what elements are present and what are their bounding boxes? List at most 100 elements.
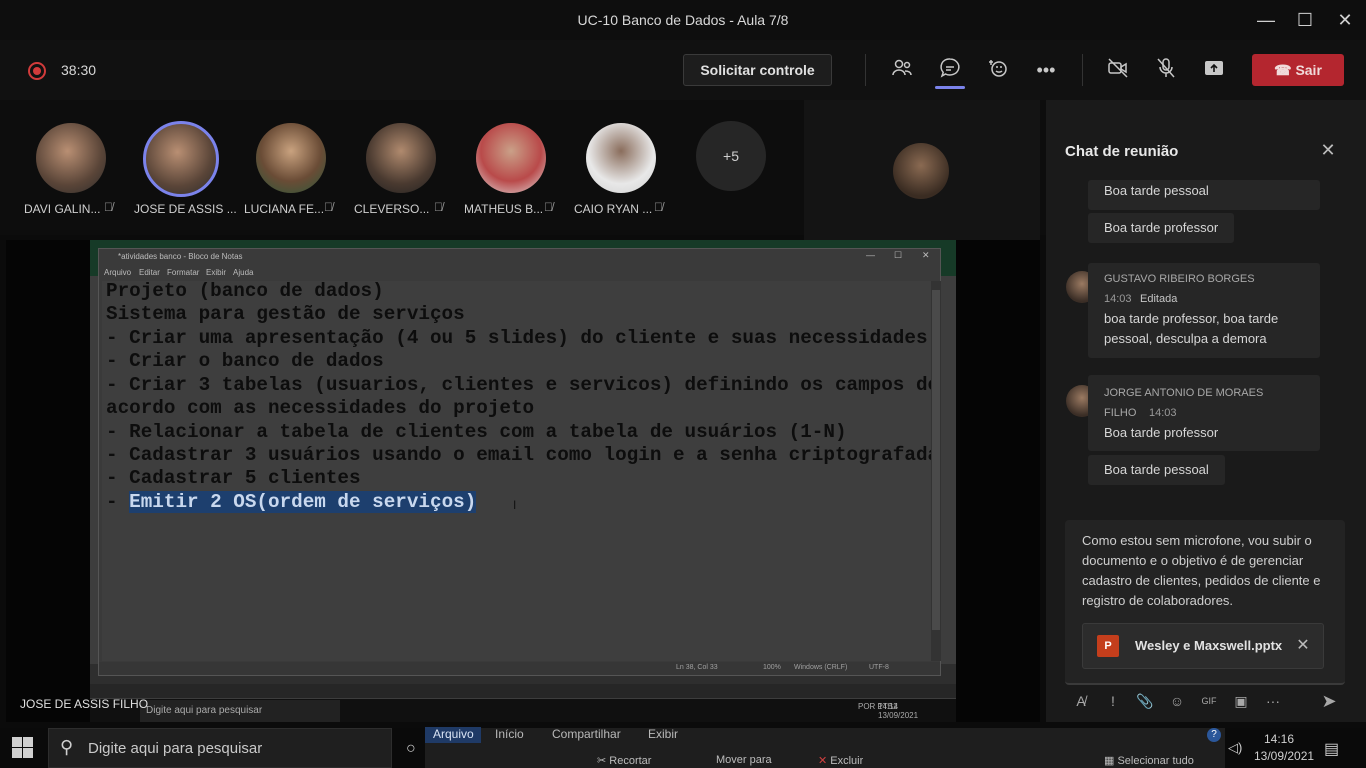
notepad-maximize-icon: ☐ [894, 250, 903, 260]
notepad-menu-item: Formatar [167, 268, 200, 277]
participant-name: MATHEUS B... [464, 202, 544, 216]
shared-taskbar-time: 14:14 [878, 702, 899, 711]
chat-message-text: pessoal, desculpa a demora [1104, 331, 1267, 346]
system-clock[interactable]: 14:16 13/09/2021 [1254, 731, 1314, 765]
participants-icon[interactable] [888, 56, 916, 84]
minimize-icon[interactable]: — [1254, 8, 1278, 32]
notepad-status-zoom: 100% [763, 664, 781, 671]
shared-taskbar-clock: 14:14 13/09/2021 [878, 702, 918, 720]
taskbar-search-placeholder[interactable]: Digite aqui para pesquisar [88, 740, 262, 757]
ribbon-tab-exibir[interactable]: Exibir [640, 727, 686, 743]
ribbon-tab-inicio[interactable]: Início [487, 727, 532, 743]
notepad-line: Projeto (banco de dados) [106, 280, 384, 302]
sticker-icon[interactable]: ▣ [1230, 690, 1252, 712]
send-icon[interactable]: ➤ [1318, 690, 1340, 712]
share-screen-icon[interactable] [1200, 56, 1228, 84]
leave-button[interactable]: ☎ Sair [1252, 54, 1344, 86]
ribbon-cmd-mover[interactable]: Mover para [716, 754, 772, 768]
more-options-icon[interactable]: ••• [1032, 56, 1060, 84]
reactions-icon[interactable] [984, 56, 1012, 84]
participant-name: LUCIANA FE... [244, 202, 325, 216]
ribbon-tab-arquivo[interactable]: Arquivo [425, 727, 481, 743]
shared-excel-statusbar [90, 684, 956, 698]
chat-message-text: Boa tarde professor [1104, 425, 1219, 440]
more-participants-button[interactable]: +5 [696, 121, 766, 191]
shared-taskbar-date: 13/09/2021 [878, 711, 919, 720]
system-date: 13/09/2021 [1254, 749, 1315, 763]
attachment-name: Wesley e Maxswell.pptx [1135, 638, 1283, 653]
camera-off-icon[interactable] [1104, 56, 1132, 84]
search-icon: ⚲ [60, 737, 74, 757]
gif-icon[interactable]: GIF [1198, 690, 1220, 712]
participant-avatar[interactable] [256, 123, 326, 193]
task-view-icon[interactable]: ○ [406, 740, 416, 758]
notepad-menu-item: Arquivo [104, 268, 132, 277]
help-icon[interactable]: ? [1207, 728, 1221, 742]
chat-compose-text[interactable]: Como estou sem microfone, vou subir o do… [1082, 531, 1332, 611]
notepad-status-eol: Windows (CRLF) [794, 664, 848, 671]
mic-muted-icon: 🎙̸ [104, 200, 113, 214]
ribbon-cmd-excluir[interactable]: ✕ Excluir [818, 754, 863, 768]
chat-edited-label: Editada [1140, 293, 1178, 305]
notepad-selected-text: Emitir 2 OS(ordem de serviços) [129, 491, 477, 513]
mic-muted-icon: 🎙̸ [544, 200, 553, 214]
window-title: UC-10 Banco de Dados - Aula 7/8 [577, 12, 789, 28]
participant-name: DAVI GALIN... [24, 202, 101, 216]
participant-name: JOSE DE ASSIS ... [134, 202, 237, 216]
notepad-line: - Cadastrar 3 usuários usando o email co… [106, 444, 940, 466]
notepad-line: - Cadastrar 5 clientes [106, 467, 361, 489]
ribbon-cmd-label: Recortar [609, 755, 652, 767]
shared-taskbar-search: Digite aqui para pesquisar [140, 700, 340, 722]
participant-avatar-speaking[interactable] [143, 121, 219, 197]
notifications-icon[interactable]: ▤ [1324, 739, 1339, 759]
close-icon[interactable]: ✕ [1333, 8, 1357, 32]
recording-icon [28, 62, 46, 80]
participant-name: CAIO RYAN ... [574, 202, 653, 216]
maximize-icon[interactable]: ☐ [1293, 8, 1317, 32]
windows-start-icon[interactable] [12, 737, 34, 759]
toolbar-divider [1082, 54, 1083, 86]
format-icon[interactable]: A̸ [1070, 690, 1092, 712]
ribbon-cmd-label: Excluir [830, 755, 864, 767]
scissors-icon: ✂ [597, 755, 607, 767]
notepad-menu-item: Exibir [206, 268, 227, 277]
participant-avatar[interactable] [36, 123, 106, 193]
notepad-line: - Criar uma apresentação (4 ou 5 slides)… [106, 327, 928, 349]
ribbon-tab-compartilhar[interactable]: Compartilhar [544, 727, 629, 743]
remove-attachment-icon[interactable]: ✕ [1294, 635, 1312, 655]
mic-off-icon[interactable] [1152, 56, 1180, 84]
chat-sender-name: JORGE ANTONIO DE MORAES [1104, 387, 1264, 399]
toolbar-divider [865, 54, 866, 86]
more-compose-options-icon[interactable]: ··· [1262, 690, 1284, 712]
select-all-icon: ▦ [1104, 755, 1115, 767]
text-cursor-icon: I [513, 498, 517, 512]
ribbon-cmd-label: Selecionar tudo [1117, 755, 1194, 767]
notepad-scrollbar-thumb [932, 290, 940, 630]
request-control-button[interactable]: Solicitar controle [683, 54, 832, 86]
chat-icon[interactable] [936, 56, 964, 84]
notepad-line: - Relacionar a tabela de clientes com a … [106, 421, 847, 443]
notepad-minimize-icon: — [866, 250, 875, 260]
participant-avatar[interactable] [586, 123, 656, 193]
notepad-line: Sistema para gestão de serviços [106, 303, 465, 325]
notepad-line: acordo com as necessidades do projeto [106, 397, 535, 419]
ribbon-cmd-label: Mover para [716, 754, 772, 766]
priority-icon[interactable]: ! [1102, 690, 1124, 712]
ribbon-cmd-selecionar-tudo[interactable]: ▦ Selecionar tudo [1104, 754, 1194, 767]
volume-icon[interactable]: ◁) [1228, 740, 1242, 756]
chat-close-icon[interactable]: ✕ [1318, 140, 1338, 161]
ribbon-cmd-recortar[interactable]: ✂ Recortar [597, 754, 651, 767]
mic-muted-icon: 🎙̸ [434, 200, 443, 214]
notepad-menu-item: Ajuda [233, 268, 254, 277]
participant-avatar[interactable] [366, 123, 436, 193]
emoji-icon[interactable]: ☺ [1166, 690, 1188, 712]
chat-sender-name-cont: FILHO [1104, 407, 1137, 419]
participant-avatar[interactable] [476, 123, 546, 193]
attach-icon[interactable]: 📎 [1134, 690, 1156, 712]
chat-title: Chat de reunião [1065, 143, 1179, 160]
system-time: 14:16 [1263, 732, 1295, 746]
notepad-line: - Criar o banco de dados [106, 350, 384, 372]
chat-message: Boa tarde professor [1088, 213, 1235, 243]
chat-message-text: boa tarde professor, boa tarde [1104, 311, 1279, 326]
leave-label: Sair [1295, 62, 1322, 78]
